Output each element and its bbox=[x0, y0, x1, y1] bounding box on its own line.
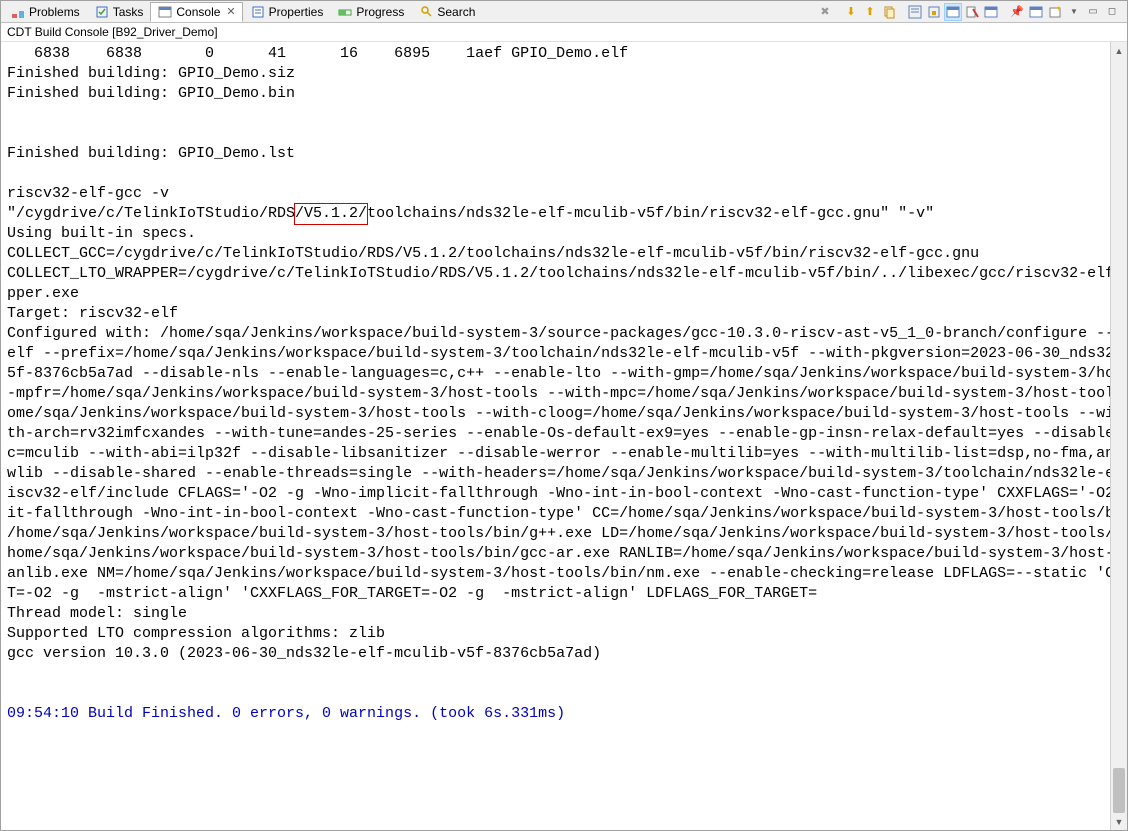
display-selected-icon[interactable] bbox=[982, 3, 1000, 21]
tab-label: Problems bbox=[29, 5, 80, 19]
close-icon[interactable]: ✕ bbox=[226, 5, 235, 18]
lock-scroll-icon[interactable] bbox=[925, 3, 943, 21]
console-title-text: CDT Build Console [B92_Driver_Demo] bbox=[7, 25, 218, 39]
tab-problems[interactable]: Problems bbox=[3, 2, 87, 22]
tab-label: Properties bbox=[269, 5, 324, 19]
console-toolbar: ✖ ⬇ ⬆ 📌 + ▼ ▭ ◻ bbox=[816, 3, 1125, 21]
terminate-icon[interactable]: ✖ bbox=[816, 3, 834, 21]
maximize-icon[interactable]: ◻ bbox=[1103, 3, 1121, 21]
pin-icon[interactable]: 📌 bbox=[1008, 3, 1026, 21]
arrow-down-icon[interactable]: ⬇ bbox=[842, 3, 860, 21]
tab-label: Progress bbox=[356, 5, 404, 19]
wrap-icon[interactable] bbox=[906, 3, 924, 21]
tab-tasks[interactable]: Tasks bbox=[87, 2, 151, 22]
scroll-down-icon[interactable]: ▼ bbox=[1111, 813, 1127, 830]
tab-search[interactable]: Search bbox=[411, 2, 482, 22]
copy-icon[interactable] bbox=[880, 3, 898, 21]
console-icon bbox=[157, 4, 173, 20]
view-tab-bar: Problems Tasks Console ✕ Properties Prog… bbox=[1, 1, 1127, 23]
clear-console-icon[interactable] bbox=[963, 3, 981, 21]
problems-icon bbox=[10, 4, 26, 20]
vertical-scrollbar[interactable]: ▲ ▼ bbox=[1110, 42, 1127, 830]
tab-console[interactable]: Console ✕ bbox=[150, 2, 242, 22]
arrow-up-icon[interactable]: ⬆ bbox=[861, 3, 879, 21]
tab-label: Console bbox=[176, 5, 220, 19]
scroll-up-icon[interactable]: ▲ bbox=[1111, 42, 1127, 59]
tab-label: Tasks bbox=[113, 5, 144, 19]
search-icon bbox=[418, 4, 434, 20]
tab-progress[interactable]: Progress bbox=[330, 2, 411, 22]
progress-icon bbox=[337, 4, 353, 20]
new-console-icon[interactable]: + bbox=[1046, 3, 1064, 21]
scroll-thumb[interactable] bbox=[1113, 768, 1125, 813]
minimize-icon[interactable]: ▭ bbox=[1084, 3, 1102, 21]
console-output[interactable]: 6838 6838 0 41 16 6895 1aef GPIO_Demo.el… bbox=[1, 42, 1110, 830]
open-console-icon[interactable] bbox=[1027, 3, 1045, 21]
show-on-output-icon[interactable] bbox=[944, 3, 962, 21]
dropdown-icon[interactable]: ▼ bbox=[1065, 3, 1083, 21]
tab-properties[interactable]: Properties bbox=[243, 2, 331, 22]
console-title: CDT Build Console [B92_Driver_Demo] bbox=[1, 23, 1127, 42]
tab-label: Search bbox=[437, 5, 475, 19]
properties-icon bbox=[250, 4, 266, 20]
tasks-icon bbox=[94, 4, 110, 20]
svg-text:+: + bbox=[1056, 5, 1061, 13]
